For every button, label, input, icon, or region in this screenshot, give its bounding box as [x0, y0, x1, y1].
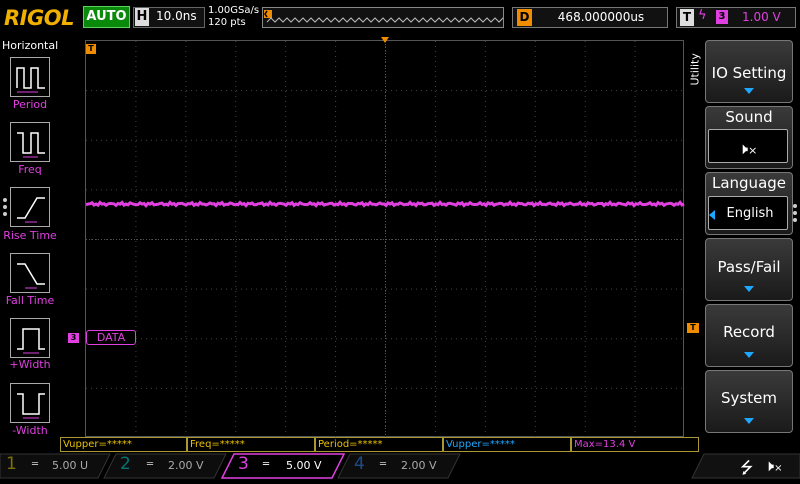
- fall-time-icon: [17, 263, 45, 289]
- measurement-item[interactable]: Max=13.4 V: [571, 437, 699, 452]
- utility-menu-tab: Utility: [688, 53, 702, 86]
- measurement-text: Vupper=*****: [63, 439, 132, 450]
- language-label: Language: [711, 174, 787, 192]
- measure-panel-title: Horizontal: [2, 39, 59, 52]
- speaker-muted-icon: 🕨×: [764, 456, 783, 475]
- memory-waveform-icon: [264, 10, 503, 23]
- measurement-item[interactable]: Vupper=*****: [60, 437, 187, 452]
- measurement-text: Period=*****: [318, 439, 383, 450]
- negative-width-label: -Width: [12, 424, 48, 437]
- right-scroll-dots[interactable]: [793, 204, 797, 225]
- system-arrow-icon: [744, 418, 754, 424]
- measurement-text: Freq=*****: [190, 439, 245, 450]
- measurement-item[interactable]: Vupper=*****: [443, 437, 571, 452]
- language-value: English: [726, 206, 774, 221]
- positive-width-icon: [17, 328, 45, 354]
- channel-3-offset-marker[interactable]: 3: [68, 333, 79, 343]
- channel-3-number[interactable]: 3: [238, 454, 249, 478]
- memory-depth-strip[interactable]: [262, 7, 504, 28]
- record-label: Record: [723, 323, 775, 341]
- period-button[interactable]: [10, 57, 50, 97]
- measurement-item[interactable]: Period=*****: [315, 437, 443, 452]
- record-arrow-icon: [744, 352, 754, 358]
- pass-fail-arrow-icon: [744, 286, 754, 292]
- left-scroll-dots[interactable]: [3, 198, 7, 219]
- freq-label: Freq: [18, 163, 42, 176]
- io-setting-arrow-icon: [744, 88, 754, 94]
- channel-label-tag[interactable]: DATA: [86, 330, 136, 345]
- period-icon: [16, 67, 45, 93]
- channel-4-number[interactable]: 4: [354, 454, 365, 478]
- trigger-time-marker: T: [86, 44, 96, 54]
- channel-2-number[interactable]: 2: [120, 454, 131, 478]
- trigger-source: 3: [716, 10, 728, 24]
- channel-2-coupling: ═: [147, 459, 154, 470]
- rising-edge-icon: ϟ: [698, 8, 707, 23]
- period-label: Period: [12, 98, 48, 111]
- rise-time-icon: [17, 197, 45, 223]
- freq-button[interactable]: [10, 122, 50, 162]
- rise-time-button[interactable]: [10, 187, 50, 227]
- auto-mode-indicator[interactable]: AUTO: [83, 6, 130, 28]
- rigol-logo: RIGOL: [4, 6, 74, 30]
- sound-label: Sound: [725, 108, 773, 126]
- pass-fail-label: Pass/Fail: [717, 258, 781, 276]
- trigger-position-marker[interactable]: [381, 37, 389, 43]
- graticule: [86, 41, 685, 438]
- trigger-letter: T: [680, 9, 694, 26]
- positive-width-label: +Width: [9, 358, 51, 371]
- trigger-level: 1.00 V: [742, 10, 781, 24]
- fall-time-button[interactable]: [10, 253, 50, 293]
- channel-3-scale[interactable]: 5.00 V: [286, 459, 322, 483]
- positive-width-button[interactable]: [10, 318, 50, 358]
- channel-3-coupling: ═: [263, 459, 270, 470]
- fall-time-label: Fall Time: [5, 294, 55, 307]
- measurement-item[interactable]: Freq=*****: [187, 437, 315, 452]
- channel-4-coupling: ═: [380, 459, 387, 470]
- sample-rate: 1.00GSa/s: [208, 5, 260, 16]
- waveform-grid[interactable]: [85, 40, 685, 438]
- language-prev-icon: [709, 210, 715, 220]
- channel-3-waveform: [86, 200, 685, 208]
- channel-2-scale[interactable]: 2.00 V: [168, 459, 204, 483]
- timebase-letter: H: [135, 8, 149, 26]
- channel-4-scale[interactable]: 2.00 V: [401, 459, 437, 483]
- channel-1-number[interactable]: 1: [6, 454, 17, 478]
- io-setting-label: IO Setting: [711, 64, 787, 82]
- negative-width-icon: [17, 393, 45, 419]
- measurement-text: Vupper=*****: [446, 439, 515, 450]
- channel-1-scale[interactable]: 5.00 U: [52, 459, 88, 483]
- system-label: System: [721, 389, 777, 407]
- timebase-value: 10.0ns: [156, 9, 197, 23]
- delay-letter: D: [517, 9, 532, 26]
- measurement-text: Max=13.4 V: [574, 439, 636, 450]
- sample-points: 120 pts: [208, 17, 246, 28]
- rise-time-label: Rise Time: [3, 229, 57, 242]
- speaker-muted-icon: 🕨×: [738, 139, 758, 158]
- channel-1-coupling: ═: [32, 459, 39, 470]
- delay-value: 468.000000us: [557, 10, 645, 24]
- trigger-level-marker[interactable]: T: [687, 323, 699, 333]
- freq-icon: [17, 132, 45, 158]
- negative-width-button[interactable]: [10, 383, 50, 423]
